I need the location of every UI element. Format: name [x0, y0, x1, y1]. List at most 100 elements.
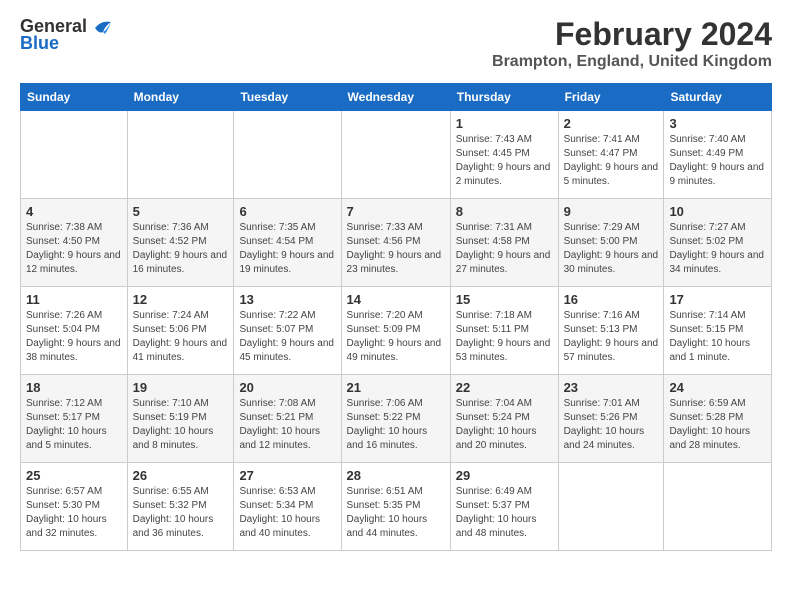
header-friday: Friday: [558, 84, 664, 111]
week-row-2: 11Sunrise: 7:26 AMSunset: 5:04 PMDayligh…: [21, 287, 772, 375]
day-info: Sunrise: 7:24 AMSunset: 5:06 PMDaylight:…: [133, 309, 229, 365]
day-number: 23: [564, 380, 659, 395]
day-info: Sunrise: 6:49 AMSunset: 5:37 PMDaylight:…: [456, 485, 553, 541]
calendar-cell: 5 Sunrise: 7:36 AMSunset: 4:52 PMDaylight…: [127, 199, 234, 287]
day-number: 24: [669, 380, 766, 395]
calendar-cell: 2 Sunrise: 7:41 AMSunset: 4:47 PMDaylight…: [558, 111, 664, 199]
week-row-3: 18 Sunrise: 7:12 AMSunset: 5:17 PMDayligh…: [21, 375, 772, 463]
calendar-cell: 22 Sunrise: 7:04 AMSunset: 5:24 PMDayligh…: [450, 375, 558, 463]
day-number: 22: [456, 380, 553, 395]
day-number: 8: [456, 204, 553, 219]
day-info: Sunrise: 7:18 AMSunset: 5:11 PMDaylight:…: [456, 309, 553, 365]
month-title: February 2024: [492, 16, 772, 53]
day-number: 1: [456, 116, 553, 131]
day-info: Sunrise: 7:04 AMSunset: 5:24 PMDaylight:…: [456, 397, 553, 453]
day-info: Sunrise: 7:26 AMSunset: 5:04 PMDaylight:…: [26, 309, 122, 365]
day-number: 5: [133, 204, 229, 219]
day-number: 4: [26, 204, 122, 219]
day-number: 15: [456, 292, 553, 307]
day-info: Sunrise: 6:53 AMSunset: 5:34 PMDaylight:…: [239, 485, 335, 541]
calendar-cell: 12 Sunrise: 7:24 AMSunset: 5:06 PMDayligh…: [127, 287, 234, 375]
calendar-cell: 23 Sunrise: 7:01 AMSunset: 5:26 PMDayligh…: [558, 375, 664, 463]
day-number: 25: [26, 468, 122, 483]
day-number: 3: [669, 116, 766, 131]
calendar-cell: [558, 463, 664, 551]
location-title: Brampton, England, United Kingdom: [492, 53, 772, 71]
header-monday: Monday: [127, 84, 234, 111]
calendar-cell: 15 Sunrise: 7:18 AMSunset: 5:11 PMDayligh…: [450, 287, 558, 375]
day-number: 13: [239, 292, 335, 307]
day-info: Sunrise: 7:08 AMSunset: 5:21 PMDaylight:…: [239, 397, 335, 453]
day-number: 7: [347, 204, 445, 219]
calendar-header-row: SundayMondayTuesdayWednesdayThursdayFrid…: [21, 84, 772, 111]
day-info: Sunrise: 6:57 AMSunset: 5:30 PMDaylight:…: [26, 485, 122, 541]
day-info: Sunrise: 7:41 AMSunset: 4:47 PMDaylight:…: [564, 133, 659, 189]
calendar-cell: 20 Sunrise: 7:08 AMSunset: 5:21 PMDayligh…: [234, 375, 341, 463]
calendar-cell: 9 Sunrise: 7:29 AMSunset: 5:00 PMDaylight…: [558, 199, 664, 287]
day-info: Sunrise: 7:10 AMSunset: 5:19 PMDaylight:…: [133, 397, 229, 453]
calendar-cell: [664, 463, 772, 551]
day-info: Sunrise: 6:55 AMSunset: 5:32 PMDaylight:…: [133, 485, 229, 541]
day-info: Sunrise: 7:01 AMSunset: 5:26 PMDaylight:…: [564, 397, 659, 453]
day-info: Sunrise: 7:38 AMSunset: 4:50 PMDaylight:…: [26, 221, 122, 277]
calendar-cell: 17Sunrise: 7:14 AMSunset: 5:15 PMDayligh…: [664, 287, 772, 375]
calendar-cell: 29 Sunrise: 6:49 AMSunset: 5:37 PMDayligh…: [450, 463, 558, 551]
calendar-table: SundayMondayTuesdayWednesdayThursdayFrid…: [20, 83, 772, 551]
calendar-cell: 27 Sunrise: 6:53 AMSunset: 5:34 PMDayligh…: [234, 463, 341, 551]
day-number: 26: [133, 468, 229, 483]
day-number: 12: [133, 292, 229, 307]
header-thursday: Thursday: [450, 84, 558, 111]
day-info: Sunrise: 7:40 AMSunset: 4:49 PMDaylight:…: [669, 133, 766, 189]
day-number: 9: [564, 204, 659, 219]
day-number: 28: [347, 468, 445, 483]
day-number: 2: [564, 116, 659, 131]
calendar-cell: 11Sunrise: 7:26 AMSunset: 5:04 PMDayligh…: [21, 287, 128, 375]
day-number: 16: [564, 292, 659, 307]
calendar-cell: 28 Sunrise: 6:51 AMSunset: 5:35 PMDayligh…: [341, 463, 450, 551]
calendar-cell: 14Sunrise: 7:20 AMSunset: 5:09 PMDayligh…: [341, 287, 450, 375]
logo-bird-icon: [91, 18, 113, 36]
day-number: 29: [456, 468, 553, 483]
day-info: Sunrise: 7:33 AMSunset: 4:56 PMDaylight:…: [347, 221, 445, 277]
day-number: 10: [669, 204, 766, 219]
day-info: Sunrise: 7:29 AMSunset: 5:00 PMDaylight:…: [564, 221, 659, 277]
calendar-cell: 24Sunrise: 6:59 AMSunset: 5:28 PMDayligh…: [664, 375, 772, 463]
day-number: 14: [347, 292, 445, 307]
header-tuesday: Tuesday: [234, 84, 341, 111]
week-row-4: 25 Sunrise: 6:57 AMSunset: 5:30 PMDayligh…: [21, 463, 772, 551]
day-number: 6: [239, 204, 335, 219]
calendar-body: 1 Sunrise: 7:43 AMSunset: 4:45 PMDaylight…: [21, 111, 772, 551]
day-number: 27: [239, 468, 335, 483]
day-info: Sunrise: 7:35 AMSunset: 4:54 PMDaylight:…: [239, 221, 335, 277]
day-number: 19: [133, 380, 229, 395]
calendar-cell: 16 Sunrise: 7:16 AMSunset: 5:13 PMDayligh…: [558, 287, 664, 375]
calendar-cell: 21Sunrise: 7:06 AMSunset: 5:22 PMDayligh…: [341, 375, 450, 463]
day-info: Sunrise: 7:43 AMSunset: 4:45 PMDaylight:…: [456, 133, 553, 189]
day-info: Sunrise: 7:06 AMSunset: 5:22 PMDaylight:…: [347, 397, 445, 453]
day-number: 17: [669, 292, 766, 307]
calendar-cell: 10 Sunrise: 7:27 AMSunset: 5:02 PMDayligh…: [664, 199, 772, 287]
week-row-0: 1 Sunrise: 7:43 AMSunset: 4:45 PMDaylight…: [21, 111, 772, 199]
calendar-cell: 25 Sunrise: 6:57 AMSunset: 5:30 PMDayligh…: [21, 463, 128, 551]
calendar-cell: [21, 111, 128, 199]
week-row-1: 4 Sunrise: 7:38 AMSunset: 4:50 PMDaylight…: [21, 199, 772, 287]
header-saturday: Saturday: [664, 84, 772, 111]
calendar-cell: 7 Sunrise: 7:33 AMSunset: 4:56 PMDaylight…: [341, 199, 450, 287]
calendar-cell: 3 Sunrise: 7:40 AMSunset: 4:49 PMDaylight…: [664, 111, 772, 199]
day-number: 20: [239, 380, 335, 395]
day-info: Sunrise: 7:36 AMSunset: 4:52 PMDaylight:…: [133, 221, 229, 277]
calendar-cell: 19 Sunrise: 7:10 AMSunset: 5:19 PMDayligh…: [127, 375, 234, 463]
logo: General Blue: [20, 16, 113, 54]
calendar-cell: [341, 111, 450, 199]
calendar-cell: 18 Sunrise: 7:12 AMSunset: 5:17 PMDayligh…: [21, 375, 128, 463]
day-info: Sunrise: 7:12 AMSunset: 5:17 PMDaylight:…: [26, 397, 122, 453]
header-sunday: Sunday: [21, 84, 128, 111]
day-info: Sunrise: 7:27 AMSunset: 5:02 PMDaylight:…: [669, 221, 766, 277]
day-number: 18: [26, 380, 122, 395]
calendar-cell: 26 Sunrise: 6:55 AMSunset: 5:32 PMDayligh…: [127, 463, 234, 551]
header: General Blue February 2024 Brampton, Eng…: [20, 16, 772, 71]
day-info: Sunrise: 6:51 AMSunset: 5:35 PMDaylight:…: [347, 485, 445, 541]
day-info: Sunrise: 7:16 AMSunset: 5:13 PMDaylight:…: [564, 309, 659, 365]
calendar-cell: 4 Sunrise: 7:38 AMSunset: 4:50 PMDaylight…: [21, 199, 128, 287]
logo-blue: Blue: [20, 33, 59, 54]
